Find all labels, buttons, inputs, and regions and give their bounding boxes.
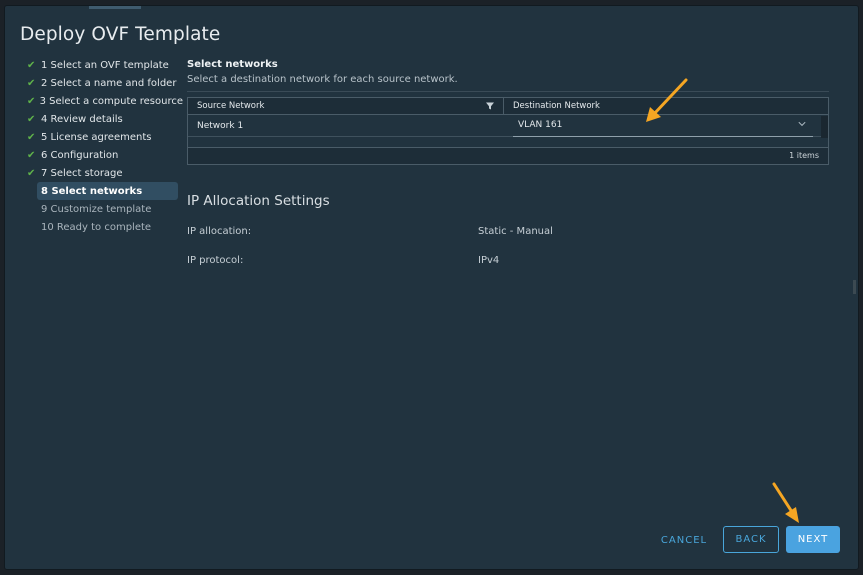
page-scrollbar[interactable] xyxy=(853,280,856,294)
step-4[interactable]: ✔ 4 Review details xyxy=(25,110,183,128)
step-label: 4 Review details xyxy=(41,113,123,125)
source-network-cell: Network 1 xyxy=(188,115,504,136)
checkmark-icon: ✔ xyxy=(27,95,36,107)
annotation-arrow-icon xyxy=(646,78,688,122)
divider xyxy=(187,91,829,92)
step-3[interactable]: ✔ 3 Select a compute resource xyxy=(25,92,183,110)
step-label: 2 Select a name and folder xyxy=(41,77,177,89)
section-title: Select networks xyxy=(187,59,278,70)
step-label: 3 Select a compute resource xyxy=(39,95,183,107)
next-button[interactable]: NEXT xyxy=(786,526,840,553)
checkmark-icon: ✔ xyxy=(27,149,36,161)
step-10: 10 Ready to complete xyxy=(25,218,183,236)
step-label: 10 Ready to complete xyxy=(41,221,152,233)
deploy-ovf-dialog: Deploy OVF Template ✔ 1 Select an OVF tem… xyxy=(4,5,859,570)
column-header-label: Source Network xyxy=(197,101,265,111)
section-subtitle: Select a destination network for each so… xyxy=(187,74,458,85)
ip-allocation-value: Static - Manual xyxy=(478,226,553,237)
ip-protocol-label: IP protocol: xyxy=(187,255,244,266)
chevron-down-icon xyxy=(798,121,806,127)
ip-protocol-value: IPv4 xyxy=(478,255,500,266)
step-7[interactable]: ✔ 7 Select storage xyxy=(25,164,183,182)
back-button[interactable]: BACK xyxy=(723,526,779,553)
checkmark-icon: ✔ xyxy=(27,59,36,71)
step-9: 9 Customize template xyxy=(25,200,183,218)
ip-allocation-label: IP allocation: xyxy=(187,226,252,237)
cell-value: Network 1 xyxy=(197,121,244,131)
step-5[interactable]: ✔ 5 License agreements xyxy=(25,128,183,146)
column-source-network[interactable]: Source Network xyxy=(188,98,504,114)
grid-header: Source Network Destination Network xyxy=(188,98,828,115)
step-1[interactable]: ✔ 1 Select an OVF template xyxy=(25,56,183,74)
dialog-title: Deploy OVF Template xyxy=(20,24,221,45)
step-label: 8 Select networks xyxy=(41,185,143,197)
step-label: 7 Select storage xyxy=(41,167,123,179)
network-mapping-grid: Source Network Destination Network Netwo… xyxy=(187,97,829,165)
grid-footer: 1 items xyxy=(188,147,828,164)
table-row: Network 1 VLAN 161 xyxy=(188,115,828,137)
wizard-steps: ✔ 1 Select an OVF template ✔ 2 Select a na… xyxy=(25,56,183,236)
step-label: 6 Configuration xyxy=(41,149,119,161)
step-label: 5 License agreements xyxy=(41,131,152,143)
top-tab-indicator xyxy=(89,6,141,9)
step-label: 9 Customize template xyxy=(41,203,152,215)
step-label: 1 Select an OVF template xyxy=(41,59,169,71)
step-6[interactable]: ✔ 6 Configuration xyxy=(25,146,183,164)
step-8-active[interactable]: ✔8 Select networks xyxy=(37,182,178,200)
step-2[interactable]: ✔ 2 Select a name and folder xyxy=(25,74,183,92)
ip-allocation-title: IP Allocation Settings xyxy=(187,193,330,209)
filter-icon[interactable] xyxy=(485,101,495,111)
annotation-arrow-icon xyxy=(772,482,799,523)
checkmark-icon: ✔ xyxy=(27,77,36,89)
grid-scrollbar[interactable] xyxy=(821,116,828,138)
checkmark-icon: ✔ xyxy=(27,113,36,125)
checkmark-icon: ✔ xyxy=(27,131,36,143)
checkmark-icon: ✔ xyxy=(27,167,36,179)
cancel-button[interactable]: CANCEL xyxy=(656,528,712,554)
items-count: 1 items xyxy=(789,151,819,160)
